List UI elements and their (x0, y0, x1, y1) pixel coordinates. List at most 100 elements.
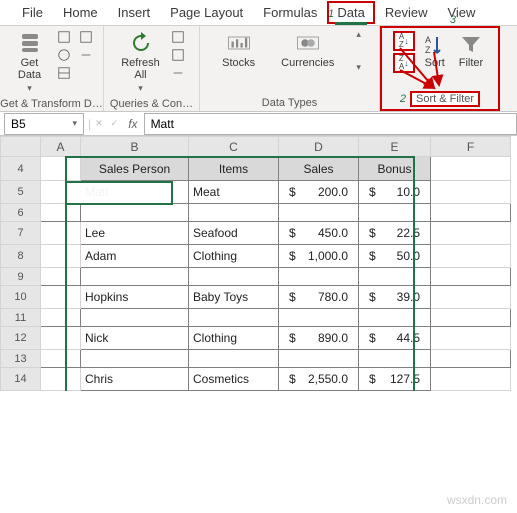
cell[interactable]: $44.5 (359, 327, 431, 350)
sort-az-button[interactable]: AZ↓ (393, 31, 415, 51)
col-E[interactable]: E (359, 137, 431, 157)
tab-view[interactable]: View (437, 1, 485, 24)
cell[interactable]: Meat (189, 181, 279, 204)
get-data-label: Get Data (18, 57, 41, 81)
header-sales-person[interactable]: Sales Person (81, 157, 189, 181)
row-4[interactable]: 4 (1, 157, 41, 181)
cell[interactable]: $2,550.0 (279, 368, 359, 391)
row-8[interactable]: 8 (1, 245, 41, 268)
col-F[interactable]: F (431, 137, 511, 157)
chevron-down-icon[interactable]: ▾ (72, 118, 77, 129)
filter-label: Filter (459, 57, 483, 69)
cell[interactable]: Nick (81, 327, 189, 350)
group-label-queries: Queries & Con… (110, 96, 193, 110)
sort-dialog-button[interactable]: AZ Sort (419, 31, 451, 71)
cell[interactable]: Cosmetics (189, 368, 279, 391)
from-web-icon[interactable] (56, 47, 72, 63)
cell[interactable]: Adam (81, 245, 189, 268)
col-D[interactable]: D (279, 137, 359, 157)
row-5[interactable]: 5 (1, 181, 41, 204)
cell[interactable]: Clothing (189, 327, 279, 350)
from-table-icon[interactable] (56, 65, 72, 81)
cell[interactable]: $22.5 (359, 222, 431, 245)
cell[interactable]: $39.0 (359, 286, 431, 309)
col-B[interactable]: B (81, 137, 189, 157)
ribbon: Get Data ▾ Get & Transform D… Refresh Al… (0, 26, 517, 112)
stocks-label: Stocks (222, 57, 255, 69)
refresh-label: Refresh All (121, 57, 160, 81)
recent-sources-icon[interactable] (78, 29, 94, 45)
cell[interactable]: Lee (81, 222, 189, 245)
group-label-sort: Sort & Filter (410, 91, 480, 107)
chevron-down-icon: ▾ (27, 83, 32, 94)
cell[interactable]: $890.0 (279, 327, 359, 350)
refresh-icon (129, 31, 153, 55)
grid[interactable]: A B C D E F 4 Sales Person Items Sales B… (0, 136, 511, 391)
cell[interactable]: $127.5 (359, 368, 431, 391)
cell[interactable]: $780.0 (279, 286, 359, 309)
cell[interactable]: Hopkins (81, 286, 189, 309)
currencies-button[interactable]: Currencies (277, 29, 338, 71)
currencies-icon (296, 31, 320, 55)
sort-icon: AZ (423, 33, 447, 57)
fx-icon[interactable]: fx (128, 117, 137, 131)
tab-insert[interactable]: Insert (108, 1, 161, 24)
cancel-icon[interactable]: ✕ (95, 118, 103, 129)
sort-za-button[interactable]: ZA↓ (393, 53, 415, 73)
get-data-icon (18, 31, 42, 55)
refresh-all-button[interactable]: Refresh All ▾ (117, 29, 164, 96)
row-9[interactable]: 9 (1, 268, 41, 286)
cell[interactable]: $50.0 (359, 245, 431, 268)
ribbon-tabs: File Home Insert Page Layout Formulas 1 … (0, 0, 517, 26)
tab-data[interactable]: Data (327, 1, 374, 24)
get-data-button[interactable]: Get Data ▾ (10, 29, 50, 96)
row-10[interactable]: 10 (1, 286, 41, 309)
tab-page-layout[interactable]: Page Layout (160, 1, 253, 24)
col-C[interactable]: C (189, 137, 279, 157)
row-12[interactable]: 12 (1, 327, 41, 350)
select-all[interactable] (1, 137, 41, 157)
filter-icon (459, 33, 483, 57)
filter-button[interactable]: Filter (455, 31, 487, 71)
queries-icon[interactable] (170, 29, 186, 45)
cell[interactable]: $1,000.0 (279, 245, 359, 268)
row-13[interactable]: 13 (1, 350, 41, 368)
cell[interactable]: $200.0 (279, 181, 359, 204)
cell[interactable]: Chris (81, 368, 189, 391)
tab-formulas[interactable]: Formulas (253, 1, 327, 24)
header-sales[interactable]: Sales (279, 157, 359, 181)
existing-conn-icon[interactable] (78, 47, 94, 63)
row-11[interactable]: 11 (1, 309, 41, 327)
sort-label: Sort (425, 57, 445, 69)
col-A[interactable]: A (41, 137, 81, 157)
svg-text:A: A (425, 35, 431, 45)
get-data-shortcuts (56, 29, 72, 81)
from-text-icon[interactable] (56, 29, 72, 45)
cell[interactable]: Baby Toys (189, 286, 279, 309)
datatypes-down-icon[interactable]: ▾ (356, 62, 361, 73)
tab-file[interactable]: File (12, 1, 53, 24)
properties-icon[interactable] (170, 47, 186, 63)
stocks-button[interactable]: Stocks (218, 29, 259, 71)
group-get-transform: Get Data ▾ Get & Transform D… (0, 26, 104, 111)
cell[interactable]: Matt (81, 181, 189, 204)
name-box[interactable]: B5 ▾ (4, 113, 84, 135)
row-7[interactable]: 7 (1, 222, 41, 245)
tab-review[interactable]: Review (375, 1, 438, 24)
header-bonus[interactable]: Bonus (359, 157, 431, 181)
cell[interactable]: $10.0 (359, 181, 431, 204)
formula-bar[interactable]: Matt (144, 113, 517, 135)
header-items[interactable]: Items (189, 157, 279, 181)
group-data-types: Stocks Currencies ▴ ▾ Data Types (200, 26, 380, 111)
cell[interactable]: Clothing (189, 245, 279, 268)
row-14[interactable]: 14 (1, 368, 41, 391)
tab-home[interactable]: Home (53, 1, 108, 24)
cell[interactable]: Seafood (189, 222, 279, 245)
currencies-label: Currencies (281, 57, 334, 69)
row-6[interactable]: 6 (1, 204, 41, 222)
edit-links-icon[interactable] (170, 65, 186, 81)
datatypes-up-icon[interactable]: ▴ (356, 29, 361, 40)
cell[interactable]: $450.0 (279, 222, 359, 245)
enter-icon[interactable]: ✓ (111, 118, 119, 129)
name-box-value: B5 (11, 117, 26, 131)
